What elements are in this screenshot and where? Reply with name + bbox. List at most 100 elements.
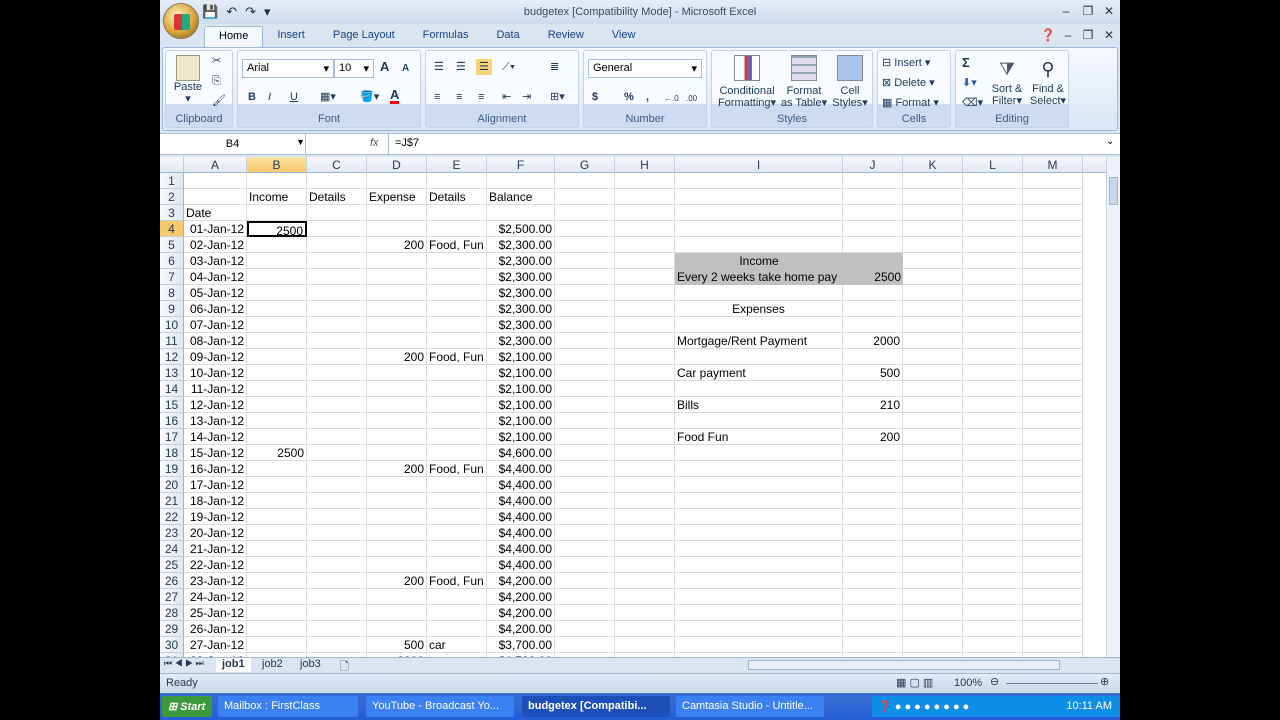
grid-cell[interactable] (555, 237, 615, 253)
grid-cell[interactable] (1023, 413, 1083, 429)
italic-button[interactable]: I (268, 91, 271, 103)
number-format-dropdown[interactable]: General ▾ (588, 59, 702, 78)
cell-E26[interactable]: Food, Fun (427, 573, 487, 589)
cell-B4[interactable]: 2500 (247, 221, 307, 238)
grid-cell[interactable] (427, 285, 487, 301)
cell-D2[interactable]: Expense (367, 189, 427, 205)
grid-cell[interactable] (427, 509, 487, 525)
grid-cell[interactable] (247, 477, 307, 493)
cell-F4[interactable]: $2,500.00 (487, 221, 555, 237)
grid-cell[interactable] (1023, 557, 1083, 573)
worksheet-grid[interactable]: A B C D E F G H I J K L M 1 2 3 4 5 6 7 8 9 10 11 12 13 14 15 16 17 18… (160, 157, 1106, 657)
grid-cell[interactable] (427, 493, 487, 509)
grid-cell[interactable] (903, 509, 963, 525)
grid-cell[interactable] (615, 285, 675, 301)
row-header-16[interactable]: 16 (160, 413, 184, 429)
column-header-C[interactable]: C (307, 157, 367, 173)
grid-cell[interactable] (367, 285, 427, 301)
grid-cell[interactable] (903, 301, 963, 317)
row-header-18[interactable]: 18 (160, 445, 184, 461)
grid-cell[interactable] (555, 429, 615, 445)
cell-J7[interactable]: 2500 (843, 269, 903, 285)
cell-D19[interactable]: 200 (367, 461, 427, 477)
grid-cell[interactable] (1023, 317, 1083, 333)
borders-icon[interactable]: ▦▾ (320, 91, 336, 103)
cell-F30[interactable]: $3,700.00 (487, 637, 555, 653)
grid-cell[interactable] (367, 621, 427, 637)
grid-cell[interactable] (555, 253, 615, 269)
cell-E12[interactable]: Food, Fun (427, 349, 487, 365)
cell-A16[interactable]: 13-Jan-12 (184, 413, 247, 429)
grid-cell[interactable] (1023, 301, 1083, 317)
workbook-minimize-icon[interactable]: – (1060, 28, 1076, 42)
grid-cell[interactable] (1023, 493, 1083, 509)
grid-cell[interactable] (615, 253, 675, 269)
grid-cell[interactable] (963, 445, 1023, 461)
bold-button[interactable]: B (248, 91, 256, 103)
row-header-23[interactable]: 23 (160, 525, 184, 541)
select-all-corner[interactable] (160, 157, 184, 173)
cell-A28[interactable]: 25-Jan-12 (184, 605, 247, 621)
grid-cell[interactable] (843, 541, 903, 557)
grid-cell[interactable] (307, 525, 367, 541)
grid-cell[interactable] (615, 525, 675, 541)
grid-cell[interactable] (963, 573, 1023, 589)
grid-cell[interactable] (367, 269, 427, 285)
grid-cell[interactable] (1023, 621, 1083, 637)
cell-A29[interactable]: 26-Jan-12 (184, 621, 247, 637)
row-header-3[interactable]: 3 (160, 205, 184, 221)
insert-function-button[interactable]: fx (370, 137, 379, 149)
cell-F19[interactable]: $4,400.00 (487, 461, 555, 477)
grid-cell[interactable] (903, 445, 963, 461)
row-header-29[interactable]: 29 (160, 621, 184, 637)
grid-cell[interactable] (247, 317, 307, 333)
grid-cell[interactable] (307, 285, 367, 301)
grid-cell[interactable] (367, 493, 427, 509)
grid-cell[interactable] (1023, 381, 1083, 397)
grid-cell[interactable] (307, 301, 367, 317)
tab-home[interactable]: Home (204, 26, 264, 48)
grid-cell[interactable] (247, 637, 307, 653)
cell-F18[interactable]: $4,600.00 (487, 445, 555, 461)
grid-cell[interactable] (843, 509, 903, 525)
start-button[interactable]: ⊞ Start (162, 696, 212, 717)
tab-review[interactable]: Review (534, 26, 598, 48)
grid-cell[interactable] (963, 637, 1023, 653)
grid-cell[interactable] (903, 237, 963, 253)
grid-cell[interactable] (675, 525, 843, 541)
sheet-tab-job3[interactable]: job3 (294, 658, 327, 672)
cell-A12[interactable]: 09-Jan-12 (184, 349, 247, 365)
taskbar-item-mailbox[interactable]: Mailbox : FirstClass (218, 696, 358, 717)
grid-cell[interactable] (427, 621, 487, 637)
customize-qat-icon[interactable]: ▾ (264, 4, 271, 20)
grid-cell[interactable] (247, 525, 307, 541)
grid-cell[interactable] (843, 285, 903, 301)
grid-cell[interactable] (615, 509, 675, 525)
grid-cell[interactable] (247, 381, 307, 397)
grid-cell[interactable] (367, 477, 427, 493)
grid-cell[interactable] (367, 381, 427, 397)
grid-cell[interactable] (1023, 429, 1083, 445)
cell-F28[interactable]: $4,200.00 (487, 605, 555, 621)
grid-cell[interactable] (247, 413, 307, 429)
align-center-icon[interactable]: ≡ (456, 91, 462, 103)
cell-A3[interactable]: Date (184, 205, 247, 221)
grid-cell[interactable] (555, 333, 615, 349)
cell-F11[interactable]: $2,300.00 (487, 333, 555, 349)
grid-cell[interactable] (1023, 221, 1083, 237)
grid-cell[interactable] (903, 429, 963, 445)
grid-cell[interactable] (1023, 573, 1083, 589)
grid-cell[interactable] (555, 541, 615, 557)
grid-cell[interactable] (903, 605, 963, 621)
grid-cell[interactable] (843, 621, 903, 637)
cell-J11[interactable]: 2000 (843, 333, 903, 349)
grid-cell[interactable] (247, 605, 307, 621)
grid-cell[interactable] (615, 493, 675, 509)
grid-cell[interactable] (247, 573, 307, 589)
grid-cell[interactable] (675, 573, 843, 589)
grid-cell[interactable] (843, 589, 903, 605)
grid-cell[interactable] (307, 573, 367, 589)
grid-cell[interactable] (307, 429, 367, 445)
cell-J17[interactable]: 200 (843, 429, 903, 445)
grid-cell[interactable] (555, 573, 615, 589)
